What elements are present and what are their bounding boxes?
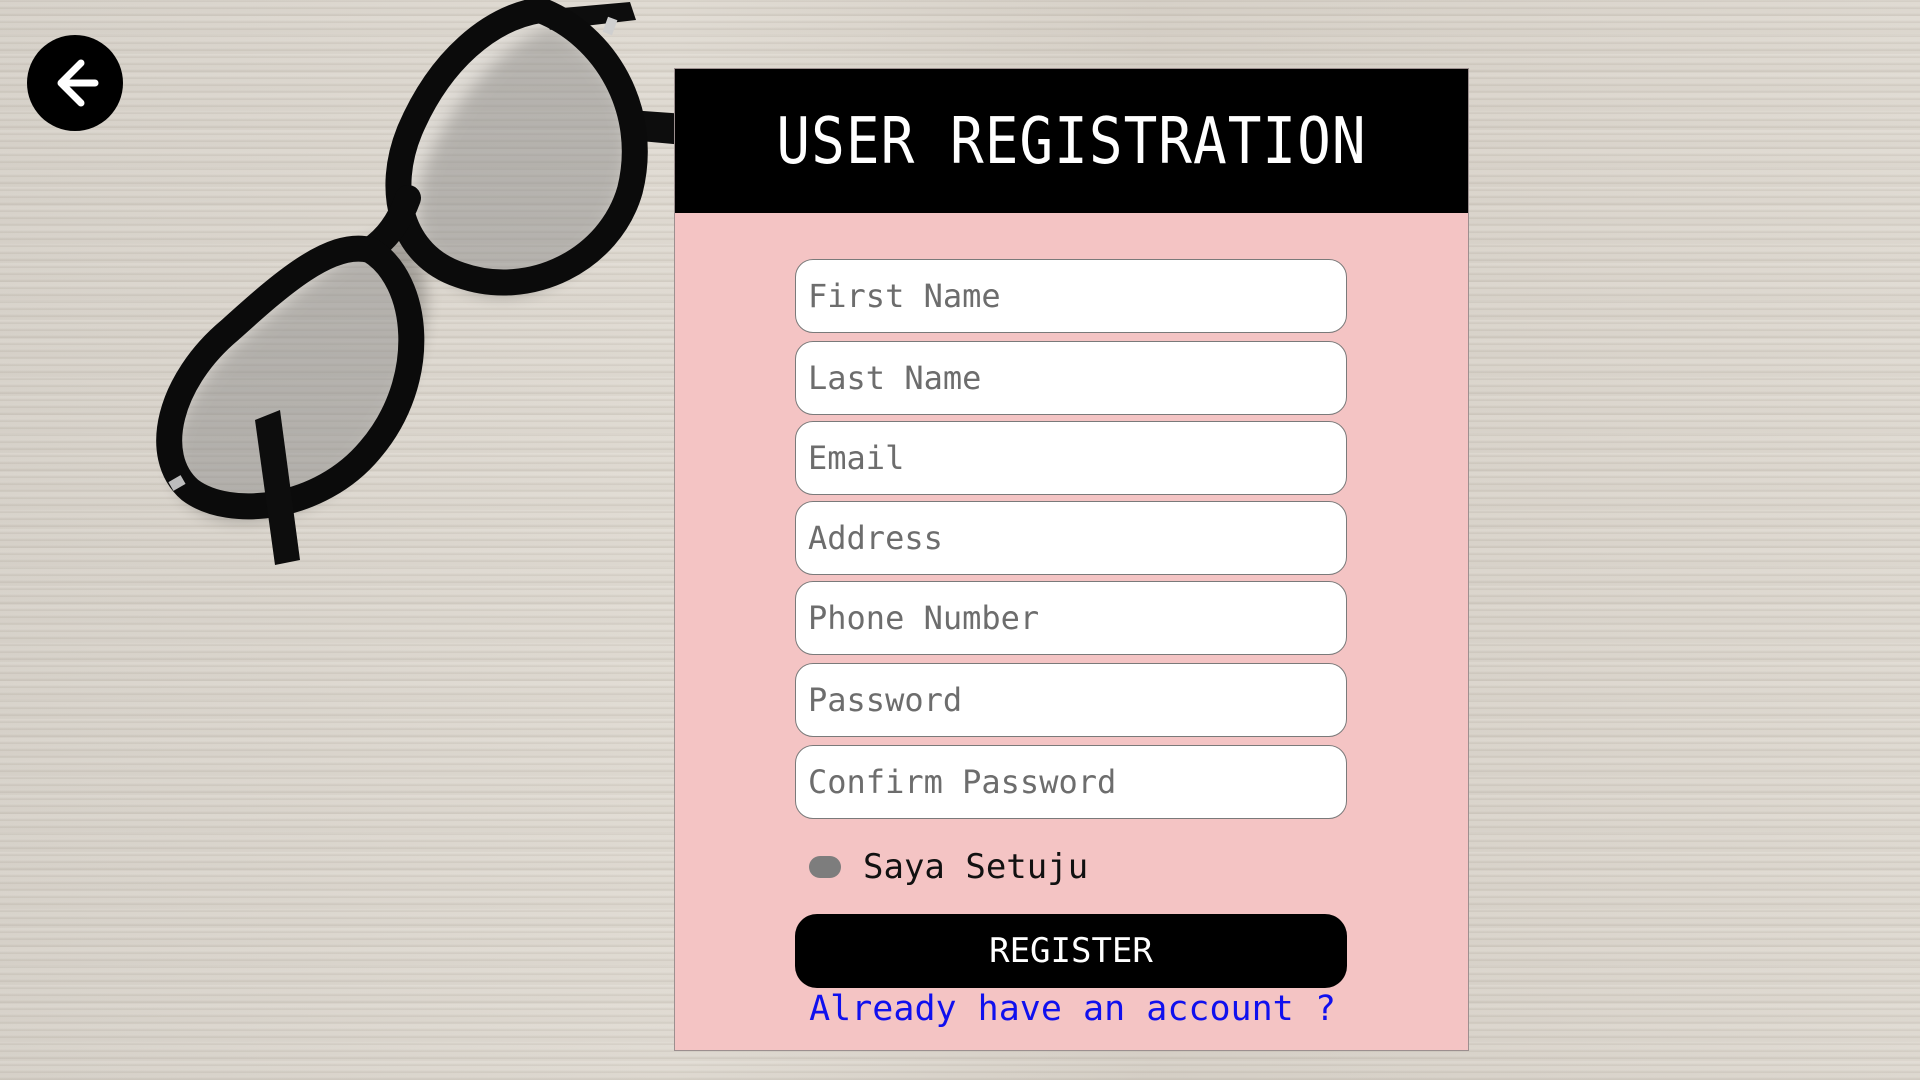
last-name-input[interactable] [795,341,1347,415]
first-name-input[interactable] [795,259,1347,333]
register-button[interactable]: REGISTER [795,914,1347,988]
already-have-account-link[interactable]: Already have an account ? [675,989,1470,1029]
password-input[interactable] [795,663,1347,737]
phone-number-input[interactable] [795,581,1347,655]
agree-toggle[interactable] [809,856,841,878]
agree-label: Saya Setuju [863,847,1089,887]
confirm-password-input[interactable] [795,745,1347,819]
address-input[interactable] [795,501,1347,575]
email-input[interactable] [795,421,1347,495]
eyeglasses-image [156,0,680,565]
agree-row: Saya Setuju [809,847,1088,887]
page-title: USER REGISTRATION [776,103,1367,179]
card-header: USER REGISTRATION [675,69,1468,213]
registration-card: USER REGISTRATION Saya Setuju REGISTER A… [674,68,1469,1051]
